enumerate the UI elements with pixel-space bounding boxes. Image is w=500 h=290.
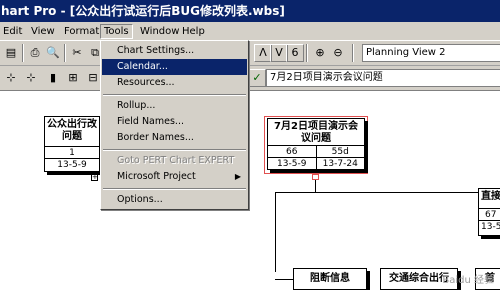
- standard-toolbar: ▤ ⎙ 🔍 ✂ ⧉ ᐱ ᐯ 6 ⊕ ⊖ Planning View 2: [0, 41, 500, 66]
- menu-bar: Edit View Format Tools Window Help: [0, 22, 500, 41]
- menu-view[interactable]: View: [28, 24, 58, 39]
- watermark: Baidu 经验: [442, 275, 494, 286]
- pert-task-start: 13-5-9: [57, 160, 87, 170]
- menu-format[interactable]: Format: [61, 24, 102, 39]
- check-icon[interactable]: ✓: [248, 69, 266, 87]
- zoom-out-icon[interactable]: ⊖: [329, 44, 347, 62]
- cut-icon[interactable]: ✂: [68, 44, 86, 62]
- print-preview-icon[interactable]: 🔍: [44, 44, 62, 62]
- menu-item-goto-pert-expert: Goto PERT Chart EXPERT: [117, 155, 235, 166]
- toolbar-separator: [306, 44, 308, 62]
- menu-window[interactable]: Window: [137, 24, 182, 39]
- toolbar-separator: [64, 44, 66, 62]
- task-name-edit[interactable]: 7月2日项目演示会议问题: [266, 69, 500, 87]
- connector-line: [315, 180, 316, 192]
- menu-edit[interactable]: Edit: [0, 24, 25, 39]
- menu-item-resources[interactable]: Resources...: [102, 75, 247, 91]
- tools-menu-dropdown: Chart Settings... Calendar... Resources.…: [100, 40, 249, 210]
- expand-icon[interactable]: +: [91, 174, 98, 181]
- menu-help[interactable]: Help: [179, 24, 208, 39]
- arrange-icon[interactable]: ⊞: [64, 69, 82, 87]
- pert-layout-2-icon[interactable]: ⊹: [22, 69, 40, 87]
- zoom-in-icon[interactable]: ⊕: [311, 44, 329, 62]
- submenu-arrow-icon: ▶: [234, 172, 241, 181]
- pert-task-box-bottom-1[interactable]: 阻断信息: [293, 268, 367, 290]
- pert-task-duration: 55d: [331, 147, 349, 157]
- pert-task-id: 67: [485, 210, 497, 220]
- menu-separator: [103, 94, 246, 96]
- menu-item-rollup[interactable]: Rollup...: [102, 98, 247, 114]
- connector-line: [275, 192, 500, 193]
- menu-separator: [103, 188, 246, 190]
- toolbar-separator: [22, 44, 24, 62]
- menu-item-chart-settings[interactable]: Chart Settings...: [102, 43, 247, 59]
- pert-task-start: 13-5-9: [268, 158, 317, 170]
- plan-view-select[interactable]: Planning View 2: [362, 44, 500, 62]
- toolbar-separator: [352, 44, 354, 62]
- connector-line: [275, 279, 295, 280]
- pert-task-id: 66: [268, 146, 317, 157]
- pert-task-box-right[interactable]: 直接 67 13-5: [478, 188, 500, 236]
- connector-line: [275, 192, 276, 272]
- menu-tools[interactable]: Tools: [100, 24, 133, 39]
- menu-item-microsoft-project[interactable]: Microsoft Project ▶: [102, 169, 247, 185]
- menu-item-calendar[interactable]: Calendar...: [102, 59, 247, 75]
- pert-task-box-selected[interactable]: 7月2日项目演示会议问题 66 55d 13-5-9 13-7-24: [267, 118, 365, 170]
- pert-task-finish: 13-7-24: [322, 159, 358, 169]
- pert-layout-icon[interactable]: ⊹: [2, 69, 20, 87]
- task-toolbar: ⊹ ⊹ ▮ ⊞ ⊟ ✓ 7月2日项目演示会议问题: [0, 66, 500, 91]
- menu-item-field-names[interactable]: Field Names...: [102, 114, 247, 130]
- align-icon[interactable]: ▮: [44, 69, 62, 87]
- print-icon[interactable]: ⎙: [26, 44, 44, 62]
- menu-item-border-names[interactable]: Border Names...: [102, 130, 247, 146]
- menu-separator: [103, 149, 246, 151]
- pert-task-start: 13-5: [481, 222, 500, 232]
- pert-task-box-left[interactable]: 公众出行改问题 1 13-5-9: [44, 116, 100, 172]
- pert-task-title: 公众出行改问题: [45, 117, 99, 147]
- pert-canvas: 公众出行改问题 1 13-5-9 + 7月2日项目演示会议问题 66 55d 1…: [0, 92, 500, 290]
- save-icon[interactable]: ▤: [2, 44, 20, 62]
- pert-task-id: 1: [69, 148, 75, 158]
- pert-task-title: 7月2日项目演示会议问题: [268, 119, 364, 146]
- menu-item-label: Microsoft Project: [117, 171, 196, 182]
- window-title: hart Pro - [公众出行试运行后BUG修改列表.wbs]: [0, 0, 500, 22]
- menu-item-options[interactable]: Options...: [102, 192, 247, 208]
- bold-icon[interactable]: 6: [286, 44, 304, 62]
- pert-task-title: 直接: [479, 189, 500, 209]
